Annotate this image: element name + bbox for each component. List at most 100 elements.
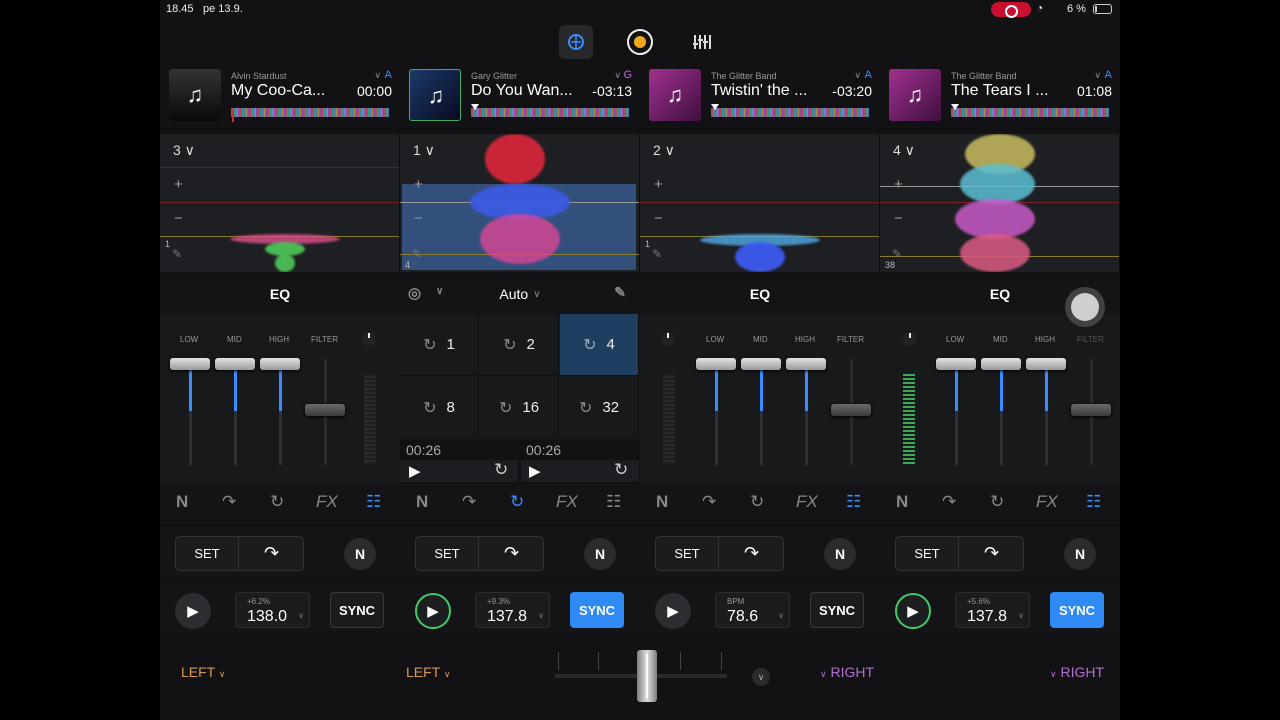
filter-slider[interactable] xyxy=(1071,404,1111,416)
pencil-icon[interactable]: ✎ xyxy=(172,247,182,261)
fx-icon[interactable]: FX xyxy=(556,492,578,512)
play-button[interactable]: ▶ xyxy=(415,593,451,629)
deck-number[interactable]: 1 ∨ xyxy=(413,142,435,159)
pencil-icon[interactable]: ✎ xyxy=(892,247,902,261)
pencil-icon[interactable]: ✎ xyxy=(652,247,662,261)
deck-header-1[interactable]: ♫ Alvin Stardust My Coo-Ca... ∨ A 00:00 xyxy=(160,66,400,126)
eq-sliders-icon[interactable]: ☷ xyxy=(366,492,381,512)
chevron-down-icon[interactable]: ∨ xyxy=(436,286,443,297)
fx-icon[interactable]: FX xyxy=(316,492,338,512)
deck-header-2[interactable]: ♫ Gary Glitter Do You Wan... ∨ G -03:13 xyxy=(400,66,640,126)
sync-button[interactable]: SYNC xyxy=(810,592,864,628)
fx-icon[interactable]: FX xyxy=(1036,492,1058,512)
loop-tab-header[interactable]: ◎ ∨ Auto ∨ ✎ xyxy=(400,274,640,314)
chevron-down-icon[interactable]: ∨ xyxy=(752,668,770,686)
deck-number[interactable]: 2 ∨ xyxy=(653,142,675,159)
loop-icon[interactable]: ↻ xyxy=(494,460,508,480)
waveform-panel-3[interactable]: 3 ∨ + − 1 ✎ xyxy=(160,134,400,272)
waveform-panel-4[interactable]: 4 ∨ + − 38 ✎ xyxy=(880,134,1120,272)
chevron-down-icon[interactable]: ∨ xyxy=(1094,70,1101,81)
set-cue-button[interactable]: SET xyxy=(416,537,479,570)
low-eq-slider[interactable] xyxy=(936,358,976,370)
neural-mix-icon[interactable]: N xyxy=(896,492,908,512)
zoom-out-button[interactable]: − xyxy=(894,210,903,227)
cue-curve-icon[interactable]: ↷ xyxy=(462,492,476,512)
zoom-in-button[interactable]: + xyxy=(174,176,183,193)
gain-dial[interactable] xyxy=(661,332,675,346)
high-eq-slider[interactable] xyxy=(260,358,300,370)
mid-eq-slider[interactable] xyxy=(981,358,1021,370)
play-loop-icon[interactable]: ▶ xyxy=(529,462,541,480)
eq-tab-header[interactable]: EQ xyxy=(160,274,400,314)
auto-mode-label[interactable]: Auto xyxy=(499,286,528,302)
overview-waveform[interactable] xyxy=(951,108,1109,117)
neural-mix-icon[interactable]: N xyxy=(416,492,428,512)
zoom-in-button[interactable]: + xyxy=(894,176,903,193)
record-button[interactable] xyxy=(623,25,657,59)
pencil-icon[interactable]: ✎ xyxy=(412,247,422,261)
zoom-out-button[interactable]: − xyxy=(414,210,423,227)
chevron-down-icon[interactable]: ∨ xyxy=(854,70,861,81)
cue-jump-button[interactable]: ↷ xyxy=(720,537,783,570)
filter-slider[interactable] xyxy=(831,404,871,416)
deck-2-assign[interactable]: ∨ RIGHT xyxy=(820,664,874,680)
filter-slider[interactable] xyxy=(305,404,345,416)
loop-button-8[interactable]: ↻ 8 xyxy=(400,377,479,439)
gain-dial[interactable] xyxy=(903,332,917,346)
crossfader-handle[interactable] xyxy=(637,650,657,702)
deck-header-4[interactable]: ♫ The Glitter Band The Tears I ... ∨ A 0… xyxy=(880,66,1120,126)
tempo-control[interactable]: +5.6% 137.8 ∨ xyxy=(955,592,1030,628)
sync-button[interactable]: SYNC xyxy=(1050,592,1104,628)
loop-icon[interactable]: ↻ xyxy=(614,460,628,480)
pencil-icon[interactable]: ✎ xyxy=(614,284,626,301)
high-eq-slider[interactable] xyxy=(786,358,826,370)
mid-eq-slider[interactable] xyxy=(215,358,255,370)
sync-button[interactable]: SYNC xyxy=(570,592,624,628)
low-eq-slider[interactable] xyxy=(170,358,210,370)
set-cue-button[interactable]: SET xyxy=(656,537,719,570)
chevron-down-icon[interactable]: ∨ xyxy=(533,289,540,300)
zoom-in-button[interactable]: + xyxy=(654,176,663,193)
loop-button-16[interactable]: ↻ 16 xyxy=(480,377,559,439)
neural-mix-button[interactable]: N xyxy=(1064,538,1096,570)
neural-mix-button[interactable]: N xyxy=(824,538,856,570)
sync-mode-button[interactable] xyxy=(559,25,593,59)
loop-button-4[interactable]: ↻ 4 xyxy=(560,314,639,376)
mid-eq-slider[interactable] xyxy=(741,358,781,370)
cue-curve-icon[interactable]: ↷ xyxy=(222,492,236,512)
deck-header-3[interactable]: ♫ The Glitter Band Twistin' the ... ∨ A … xyxy=(640,66,880,126)
sync-button[interactable]: SYNC xyxy=(330,592,384,628)
neural-mix-icon[interactable]: N xyxy=(176,492,188,512)
cue-jump-button[interactable]: ↷ xyxy=(960,537,1023,570)
cue-jump-button[interactable]: ↷ xyxy=(480,537,543,570)
play-button[interactable]: ▶ xyxy=(175,593,211,629)
set-cue-button[interactable]: SET xyxy=(176,537,239,570)
neural-mix-icon[interactable]: N xyxy=(656,492,668,512)
screen-record-icon[interactable] xyxy=(991,2,1031,18)
assistive-touch-button[interactable] xyxy=(1065,287,1105,327)
loop-icon[interactable]: ↻ xyxy=(270,492,284,512)
zoom-out-button[interactable]: − xyxy=(174,210,183,227)
play-button[interactable]: ▶ xyxy=(895,593,931,629)
play-loop-icon[interactable]: ▶ xyxy=(409,462,421,480)
chevron-down-icon[interactable]: ∨ xyxy=(614,70,621,81)
eq-sliders-icon[interactable]: ☷ xyxy=(1086,492,1101,512)
cue-curve-icon[interactable]: ↷ xyxy=(942,492,956,512)
target-icon[interactable]: ◎ xyxy=(408,284,421,302)
deck-3-assign[interactable]: LEFT ∨ xyxy=(181,664,225,680)
deck-4-assign[interactable]: ∨ RIGHT xyxy=(1050,664,1104,680)
zoom-out-button[interactable]: − xyxy=(654,210,663,227)
low-eq-slider[interactable] xyxy=(696,358,736,370)
loop-button-2[interactable]: ↻ 2 xyxy=(480,314,559,376)
set-cue-button[interactable]: SET xyxy=(896,537,959,570)
loop-button-1[interactable]: ↻ 1 xyxy=(400,314,479,376)
loop-icon[interactable]: ↻ xyxy=(990,492,1004,512)
loop-icon[interactable]: ↻ xyxy=(750,492,764,512)
eq-sliders-icon[interactable]: ☷ xyxy=(606,492,621,512)
eq-sliders-icon[interactable]: ☷ xyxy=(846,492,861,512)
cue-curve-icon[interactable]: ↷ xyxy=(702,492,716,512)
overview-waveform[interactable] xyxy=(471,108,629,117)
chevron-down-icon[interactable]: ∨ xyxy=(374,70,381,81)
tempo-control[interactable]: +6.2% 138.0 ∨ xyxy=(235,592,310,628)
gain-dial[interactable] xyxy=(362,332,376,346)
